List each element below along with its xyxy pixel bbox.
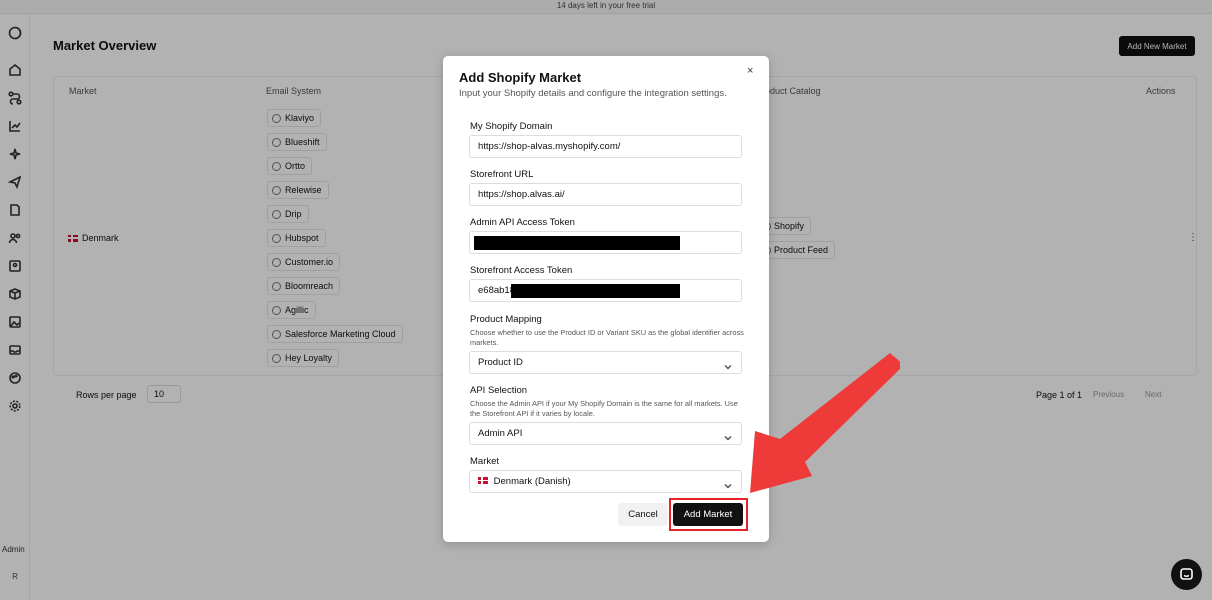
market-select[interactable]: Denmark (Danish) [469, 470, 742, 493]
api-selection-value: Admin API [478, 428, 523, 439]
chevron-down-icon [724, 477, 732, 489]
storefront-url-label: Storefront URL [470, 169, 534, 180]
product-mapping-value: Product ID [478, 357, 523, 368]
storefront-token-input[interactable]: e68ab18 [469, 279, 742, 302]
chevron-down-icon [724, 429, 732, 441]
dialog-subtitle: Input your Shopify details and configure… [459, 88, 727, 99]
storefront-token-value: e68ab18 [478, 285, 515, 296]
product-mapping-select[interactable]: Product ID [469, 351, 742, 374]
dialog-title: Add Shopify Market [459, 70, 582, 85]
cancel-button[interactable]: Cancel [618, 503, 668, 526]
red-arrow-annotation [750, 353, 900, 493]
storefront-token-label: Storefront Access Token [470, 265, 573, 276]
market-label: Market [470, 456, 500, 467]
denmark-flag-icon [478, 477, 488, 484]
market-value: Denmark (Danish) [493, 476, 571, 487]
chat-icon [1180, 568, 1193, 580]
admin-api-token-input[interactable] [469, 231, 742, 254]
add-shopify-market-dialog: Add Shopify Market Input your Shopify de… [443, 56, 769, 542]
api-selection-label: API Selection [470, 385, 528, 396]
shopify-domain-input[interactable]: https://shop-alvas.myshopify.com/ [469, 135, 742, 158]
redaction-bar [474, 236, 680, 250]
close-icon[interactable]: × [747, 65, 753, 77]
highlight-box [669, 498, 748, 531]
storefront-url-input[interactable]: https://shop.alvas.ai/ [469, 183, 742, 206]
api-selection-select[interactable]: Admin API [469, 422, 742, 445]
chat-button[interactable] [1171, 559, 1202, 590]
admin-token-label: Admin API Access Token [470, 217, 575, 228]
product-mapping-label: Product Mapping [470, 314, 542, 325]
redaction-bar [511, 284, 680, 298]
api-selection-help: Choose the Admin API if your My Shopify … [470, 399, 738, 418]
domain-label: My Shopify Domain [470, 121, 553, 132]
chevron-down-icon [724, 358, 732, 370]
product-mapping-help: Choose whether to use the Product ID or … [470, 328, 744, 347]
